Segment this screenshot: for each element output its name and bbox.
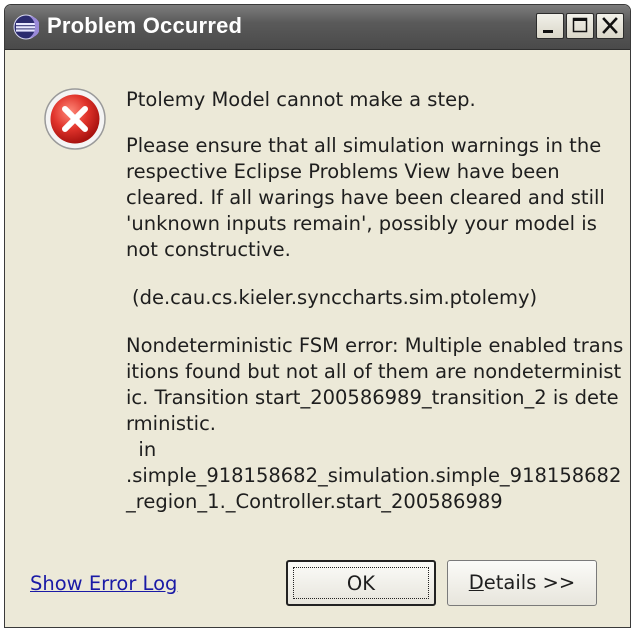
plugin-id: (de.cau.cs.kieler.synccharts.sim.ptolemy… [132,286,538,309]
window-title: Problem Occurred [47,13,243,38]
details-button-label: etails >> [483,571,576,594]
maximize-button[interactable] [566,13,594,39]
details-button[interactable]: Details >> [447,560,597,606]
error-detail: Nondeterministic FSM error: Multiple ena… [126,334,624,513]
focus-ring [293,567,429,599]
maximize-icon [572,17,588,33]
eclipse-icon [13,14,40,40]
error-icon [43,87,107,151]
minimize-icon [543,30,553,33]
close-button[interactable] [596,13,624,39]
message-area: Ptolemy Model cannot make a step. Please… [126,87,626,515]
problem-dialog: Problem Occurred Ptolemy Model cannot ma… [4,4,631,628]
title-bar[interactable]: Problem Occurred [5,5,630,50]
close-icon [602,17,618,34]
message-body: Please ensure that all simulation warnin… [126,134,605,261]
message-heading: Ptolemy Model cannot make a step. [126,88,476,111]
details-mnemonic: D [468,571,484,594]
minimize-button[interactable] [536,13,564,39]
ok-button[interactable]: OK [286,560,436,606]
show-error-log-link[interactable]: Show Error Log [30,572,177,595]
